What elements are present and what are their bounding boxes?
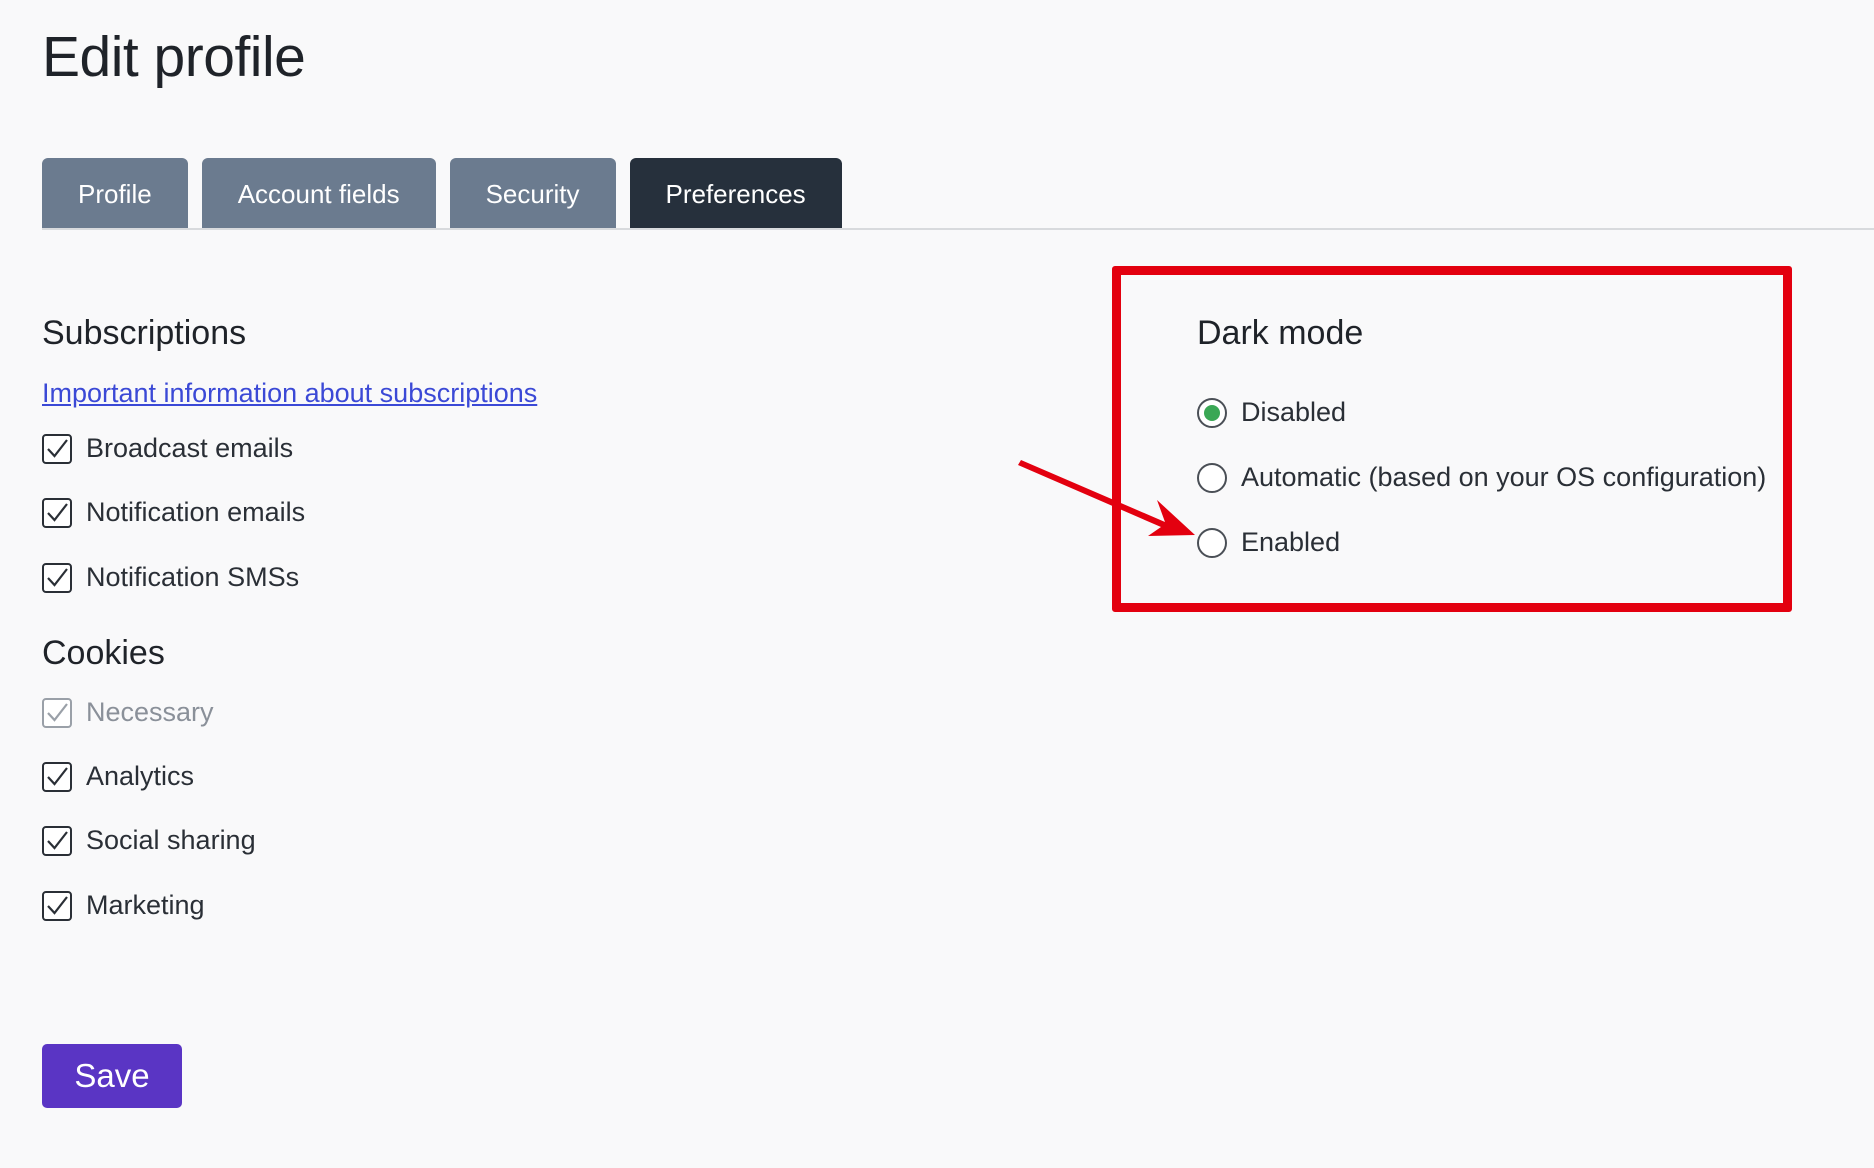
cookies-heading: Cookies <box>42 634 165 672</box>
checkbox-label: Notification SMSs <box>86 562 300 592</box>
checkbox-checked-icon <box>42 697 72 728</box>
checkbox-checked-icon[interactable] <box>42 562 72 593</box>
checkbox-label: Marketing <box>86 890 205 920</box>
checkbox-notification-emails[interactable]: Notification emails <box>42 497 305 528</box>
tab-security[interactable]: Security <box>449 158 616 230</box>
tab-profile[interactable]: Profile <box>42 158 188 230</box>
checkbox-marketing[interactable]: Marketing <box>42 890 205 921</box>
tab-preferences[interactable]: Preferences <box>629 158 842 230</box>
checkbox-label: Notification emails <box>86 497 306 527</box>
radio-label: Automatic (based on your OS configuratio… <box>1241 462 1767 492</box>
checkbox-label: Social sharing <box>86 825 256 855</box>
tab-bar: Profile Account fields Security Preferen… <box>42 158 842 230</box>
tab-divider <box>42 228 1874 230</box>
subscriptions-info-link[interactable]: Important information about subscription… <box>42 378 537 409</box>
checkbox-label: Necessary <box>86 697 214 727</box>
checkbox-social-sharing[interactable]: Social sharing <box>42 825 256 856</box>
checkbox-checked-icon[interactable] <box>42 761 72 792</box>
radio-dot <box>1204 404 1220 421</box>
dark-mode-heading: Dark mode <box>1197 314 1364 352</box>
checkbox-label: Analytics <box>86 761 195 791</box>
tab-account-fields[interactable]: Account fields <box>201 158 436 230</box>
radio-dark-mode-disabled[interactable]: Disabled <box>1197 397 1346 428</box>
checkbox-analytics[interactable]: Analytics <box>42 761 194 792</box>
checkbox-notification-smss[interactable]: Notification SMSs <box>42 562 299 593</box>
radio-dark-mode-automatic[interactable]: Automatic (based on your OS configuratio… <box>1197 462 1766 493</box>
radio-label: Disabled <box>1241 397 1347 427</box>
subscriptions-heading: Subscriptions <box>42 314 247 352</box>
radio-dark-mode-enabled[interactable]: Enabled <box>1197 527 1340 558</box>
radio-selected-icon[interactable] <box>1197 397 1227 428</box>
save-button[interactable]: Save <box>42 1044 182 1108</box>
radio-label: Enabled <box>1241 527 1341 557</box>
checkbox-broadcast-emails[interactable]: Broadcast emails <box>42 433 293 464</box>
annotation-arrow-icon <box>1018 460 1195 536</box>
checkbox-checked-icon[interactable] <box>42 497 72 528</box>
checkbox-checked-icon[interactable] <box>42 825 72 856</box>
page-title: Edit profile <box>42 25 306 89</box>
checkbox-label: Broadcast emails <box>86 433 294 463</box>
checkbox-checked-icon[interactable] <box>42 890 72 921</box>
checkbox-necessary: Necessary <box>42 697 214 728</box>
checkbox-checked-icon[interactable] <box>42 433 72 464</box>
